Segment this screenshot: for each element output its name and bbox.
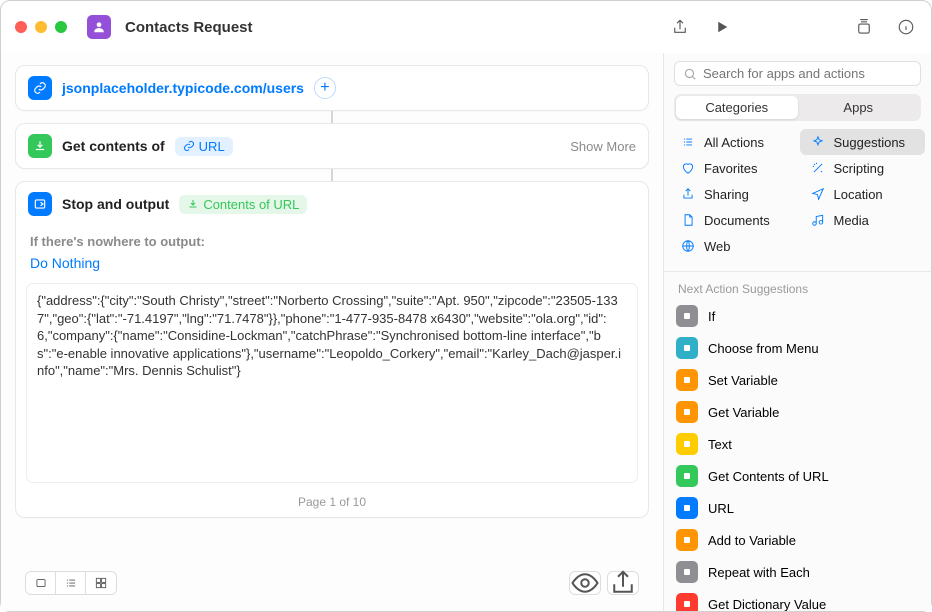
location-icon (811, 187, 825, 201)
action-icon (676, 465, 698, 487)
tab-apps[interactable]: Apps (798, 96, 920, 119)
suggestion-label: Get Dictionary Value (708, 597, 826, 612)
search-input[interactable] (703, 66, 912, 81)
share-button[interactable] (669, 16, 691, 38)
suggestion-item[interactable]: Get Dictionary Value (664, 588, 931, 611)
document-icon (681, 213, 695, 227)
view-mode-segment (25, 571, 117, 595)
suggestions-header: Next Action Suggestions (664, 276, 931, 300)
sidebar-tabs: Categories Apps (674, 94, 921, 121)
tab-categories[interactable]: Categories (676, 96, 798, 119)
no-output-label: If there's nowhere to output: (16, 226, 648, 249)
categories-grid: All Actions Suggestions Favorites Script… (664, 129, 931, 267)
globe-icon (681, 239, 695, 253)
action-label: Stop and output (62, 196, 169, 212)
cat-media[interactable]: Media (800, 207, 926, 233)
suggestion-label: If (708, 309, 715, 324)
workflow-editor: jsonplaceholder.typicode.com/users + Get… (1, 53, 663, 611)
music-icon (811, 213, 825, 227)
cat-web[interactable]: Web (670, 233, 796, 259)
url-value[interactable]: jsonplaceholder.typicode.com/users (62, 80, 304, 96)
quick-look-button[interactable] (569, 571, 601, 595)
view-fullscreen[interactable] (26, 572, 56, 594)
add-url-button[interactable]: + (314, 77, 336, 99)
actions-sidebar: Categories Apps All Actions Suggestions … (663, 53, 931, 611)
suggestion-label: Add to Variable (708, 533, 796, 548)
suggestion-item[interactable]: Get Variable (664, 396, 931, 428)
action-icon (676, 337, 698, 359)
suggestion-item[interactable]: Add to Variable (664, 524, 931, 556)
get-contents-card[interactable]: Get contents of URL Show More (15, 123, 649, 169)
cat-sharing[interactable]: Sharing (670, 181, 796, 207)
output-preview: {"address":{"city":"South Christy","stre… (26, 283, 638, 483)
traffic-lights (15, 21, 67, 33)
cat-scripting[interactable]: Scripting (800, 155, 926, 181)
search-field[interactable] (674, 61, 921, 86)
suggestion-label: Repeat with Each (708, 565, 810, 580)
page-indicator: Page 1 of 10 (16, 491, 648, 517)
connector (331, 169, 333, 181)
cat-all-actions[interactable]: All Actions (670, 129, 796, 155)
suggestion-item[interactable]: URL (664, 492, 931, 524)
view-grid[interactable] (86, 572, 116, 594)
share-output-button[interactable] (607, 571, 639, 595)
stop-output-card[interactable]: Stop and output Contents of URL If there… (15, 181, 649, 518)
cat-suggestions[interactable]: Suggestions (800, 129, 926, 155)
suggestion-label: URL (708, 501, 734, 516)
action-icon (676, 433, 698, 455)
suggestion-item[interactable]: Get Contents of URL (664, 460, 931, 492)
suggestion-item[interactable]: Set Variable (664, 364, 931, 396)
minimize-window[interactable] (35, 21, 47, 33)
library-button[interactable] (853, 16, 875, 38)
close-window[interactable] (15, 21, 27, 33)
action-icon (676, 497, 698, 519)
view-list[interactable] (56, 572, 86, 594)
action-icon (676, 593, 698, 611)
suggestion-item[interactable]: If (664, 300, 931, 332)
editor-bottom-bar (15, 565, 649, 601)
sparkle-icon (811, 135, 825, 149)
suggestion-item[interactable]: Choose from Menu (664, 332, 931, 364)
suggestion-label: Text (708, 437, 732, 452)
shortcut-icon (87, 15, 111, 39)
suggestion-item[interactable]: Text (664, 428, 931, 460)
list-icon (681, 135, 695, 149)
output-icon (28, 192, 52, 216)
info-button[interactable] (895, 16, 917, 38)
divider (664, 271, 931, 272)
action-icon (676, 529, 698, 551)
connector (331, 111, 333, 123)
suggestion-label: Get Contents of URL (708, 469, 829, 484)
run-button[interactable] (711, 16, 733, 38)
zoom-window[interactable] (55, 21, 67, 33)
link-icon (183, 140, 195, 152)
show-more-button[interactable]: Show More (570, 139, 636, 154)
suggestion-label: Set Variable (708, 373, 778, 388)
wand-icon (811, 161, 825, 175)
download-icon (187, 198, 199, 210)
suggestion-label: Choose from Menu (708, 341, 819, 356)
action-icon (676, 401, 698, 423)
download-icon (28, 134, 52, 158)
url-action-card[interactable]: jsonplaceholder.typicode.com/users + (15, 65, 649, 111)
action-icon (676, 305, 698, 327)
share-icon (681, 187, 695, 201)
suggestions-list: If Choose from Menu Set Variable Get Variab… (664, 300, 931, 611)
cat-location[interactable]: Location (800, 181, 926, 207)
titlebar: Contacts Request (1, 1, 931, 53)
link-icon (28, 76, 52, 100)
url-variable-pill[interactable]: URL (175, 137, 233, 156)
contents-variable-pill[interactable]: Contents of URL (179, 195, 307, 214)
suggestion-item[interactable]: Repeat with Each (664, 556, 931, 588)
suggestion-label: Get Variable (708, 405, 779, 420)
search-icon (683, 67, 697, 81)
window-title: Contacts Request (125, 19, 253, 36)
no-output-action[interactable]: Do Nothing (16, 249, 648, 277)
cat-favorites[interactable]: Favorites (670, 155, 796, 181)
action-icon (676, 369, 698, 391)
cat-documents[interactable]: Documents (670, 207, 796, 233)
action-icon (676, 561, 698, 583)
heart-icon (681, 161, 695, 175)
action-label: Get contents of (62, 138, 165, 154)
